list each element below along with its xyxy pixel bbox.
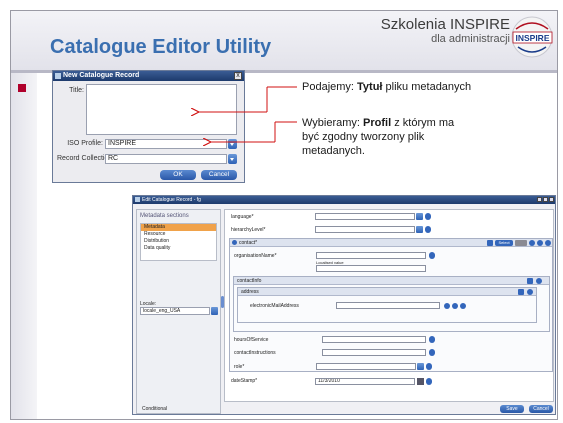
hours-label: hoursOfService — [234, 337, 269, 343]
slide: Catalogue Editor Utility Szkolenia INSPI… — [0, 0, 563, 423]
hierarchy-select[interactable] — [315, 226, 415, 233]
conditional-label: Conditional — [142, 406, 168, 412]
help-icon[interactable] — [425, 226, 431, 233]
add-icon[interactable] — [444, 303, 450, 309]
locale-select[interactable]: locale_eng_USA — [140, 307, 210, 315]
help-icon[interactable] — [425, 213, 431, 220]
save-button[interactable]: Save — [500, 405, 524, 413]
chevron-down-icon[interactable] — [211, 307, 218, 315]
help-icon[interactable] — [536, 278, 542, 284]
org-field[interactable] — [316, 252, 426, 259]
help-icon[interactable] — [545, 240, 551, 246]
chevron-down-icon[interactable] — [416, 213, 423, 220]
role-select[interactable] — [316, 363, 416, 370]
contact-section: contact* Select organisationName* Locali… — [229, 238, 553, 372]
section-item-metadata[interactable]: Metadata — [141, 224, 216, 231]
edit-record-dialog: Edit Catalogue Record - fg Metadata sect… — [132, 195, 556, 415]
chevron-down-icon[interactable] — [417, 363, 424, 370]
sections-list: Metadata Resource Distribution Data qual… — [140, 223, 217, 261]
section-item-data-quality[interactable]: Data quality — [141, 245, 216, 252]
address-header: address — [238, 288, 536, 296]
add-icon[interactable] — [529, 240, 535, 246]
collapse-icon[interactable] — [487, 240, 493, 246]
role-label: role* — [234, 364, 245, 370]
collapse-icon[interactable] — [518, 289, 524, 295]
window-controls — [537, 197, 554, 202]
instructions-field[interactable] — [322, 349, 426, 356]
edit-dialog-title: Edit Catalogue Record - fg — [142, 197, 201, 203]
remove-icon[interactable] — [537, 240, 543, 246]
hierarchy-label: hierarchyLevel* — [231, 227, 266, 233]
localised-field[interactable] — [316, 265, 426, 272]
email-field[interactable] — [336, 302, 440, 309]
contactinfo-header: contactInfo — [234, 277, 549, 285]
address-section: address electronicMailAddress — [237, 287, 537, 323]
collapse-icon[interactable] — [527, 278, 533, 284]
language-label: language* — [231, 214, 254, 220]
org-label: organisationName* — [234, 253, 277, 259]
section-item-distribution[interactable]: Distribution — [141, 238, 216, 245]
datestamp-field[interactable]: 11/3/2010 — [315, 378, 415, 385]
help-icon[interactable] — [429, 336, 435, 343]
instructions-label: contactInstructions — [234, 350, 276, 356]
contact-title: contact* — [239, 240, 258, 246]
section-item-resource[interactable]: Resource — [141, 231, 216, 238]
help-icon[interactable] — [426, 378, 432, 385]
select-button[interactable]: Select — [495, 240, 513, 246]
metadata-form: language* hierarchyLevel* contact* Selec… — [224, 209, 554, 402]
help-icon[interactable] — [527, 289, 533, 295]
help-icon[interactable] — [429, 252, 435, 259]
cancel-button[interactable]: Cancel — [529, 405, 553, 413]
edit-dialog-title-bar: Edit Catalogue Record - fg — [133, 196, 555, 204]
contact-icon — [232, 240, 237, 245]
minimize-icon[interactable] — [537, 197, 542, 202]
window-icon — [135, 197, 140, 202]
hours-field[interactable] — [322, 336, 426, 343]
help-icon[interactable] — [460, 303, 466, 309]
chevron-down-icon[interactable] — [416, 226, 423, 233]
language-select[interactable] — [315, 213, 415, 220]
address-title: address — [241, 289, 259, 295]
email-label: electronicMailAddress — [250, 303, 299, 309]
help-icon[interactable] — [426, 363, 432, 370]
contactinfo-section: contactInfo address electronicMailAddres… — [233, 276, 550, 332]
sections-sidebar: Metadata sections Metadata Resource Dist… — [136, 209, 221, 414]
datestamp-label: dateStamp* — [231, 378, 258, 384]
calendar-icon[interactable] — [417, 378, 424, 385]
maximize-icon[interactable] — [543, 197, 548, 202]
sections-header: Metadata sections — [140, 213, 189, 219]
remove-icon[interactable] — [452, 303, 458, 309]
help-icon[interactable] — [429, 349, 435, 356]
contactinfo-title: contactInfo — [237, 278, 262, 284]
toggle-icon[interactable] — [515, 240, 527, 246]
close-icon[interactable] — [549, 197, 554, 202]
